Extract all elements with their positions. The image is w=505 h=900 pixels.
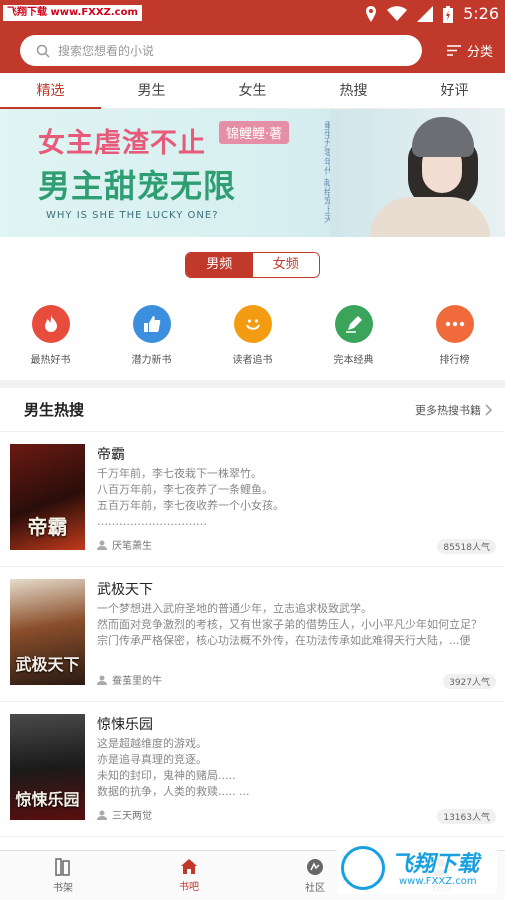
banner-author-badge: 锦鲤鲤·著	[219, 121, 290, 144]
book-cover: 帝霸	[10, 444, 85, 550]
book-description: 千万年前，李七夜栽下一株翠竹。 八百万年前，李七夜养了一条鲤鱼。 五百万年前，李…	[97, 467, 284, 528]
tab-male[interactable]: 男生	[101, 73, 202, 108]
book-author: 厌笔萧生	[97, 537, 152, 552]
battery-icon	[443, 5, 454, 23]
location-icon	[366, 6, 377, 22]
switch-female[interactable]: 女频	[252, 253, 319, 277]
quick-label: 完本经典	[333, 355, 374, 366]
banner-english-tagline: WHY IS SHE THE LUCKY ONE?	[46, 210, 219, 221]
brand-logo-icon	[341, 846, 385, 890]
category-button[interactable]: 分类	[446, 41, 493, 60]
community-icon	[307, 858, 323, 875]
banner-photo	[330, 109, 505, 237]
book-title: 惊悚乐园	[97, 717, 153, 733]
watermark-label: 飞翔下载 www.FXXZ.com	[3, 5, 142, 21]
promo-banner[interactable]: 女主虐渣不止 锦鲤鲤·著 重生九零年代 献给宠上天 男主甜宠无限 WHY IS …	[0, 109, 505, 237]
tab-top-rated[interactable]: 好评	[404, 73, 505, 108]
more-label: 更多热搜书籍	[415, 403, 481, 417]
section-header: 男生热搜 更多热搜书籍	[0, 388, 505, 432]
popularity-badge: 3927人气	[443, 674, 496, 689]
more-hot-books-link[interactable]: 更多热搜书籍	[415, 402, 493, 418]
app-header: 搜索您想看的小说 分类	[0, 28, 505, 73]
menu-lines-icon	[446, 45, 461, 56]
quick-reader-follow[interactable]: 读者追书	[202, 305, 303, 366]
bookshelf-icon	[55, 857, 70, 876]
banner-headline-1: 女主虐渣不止	[38, 128, 206, 159]
brand-watermark: 飞翔下载 www.FXXZ.com	[337, 842, 497, 894]
thumbs-up-icon	[132, 305, 171, 343]
channel-tabs: 精选 男生 女生 热搜 好评	[0, 73, 505, 109]
search-input[interactable]: 搜索您想看的小说	[20, 35, 422, 66]
fire-icon	[31, 305, 70, 343]
quick-label: 读者追书	[232, 355, 273, 366]
home-icon	[181, 859, 197, 874]
popularity-badge: 13163人气	[437, 809, 496, 824]
quick-label: 排行榜	[439, 355, 470, 366]
book-author: 蚕茧里的牛	[97, 672, 162, 687]
book-title: 帝霸	[97, 447, 125, 463]
user-icon	[97, 540, 107, 550]
section-title: 男生热搜	[24, 401, 85, 419]
switch-male[interactable]: 男频	[186, 253, 253, 277]
book-item[interactable]: 惊悚乐园 惊悚乐园 这是超越维度的游戏。 亦是追寻真理的竞逐。 未知的封印，鬼神…	[0, 702, 505, 837]
status-bar: 飞翔下载 www.FXXZ.com 5:26	[0, 0, 505, 28]
nav-bookshelf[interactable]: 书架	[0, 851, 126, 900]
tab-featured[interactable]: 精选	[0, 73, 101, 109]
user-icon	[97, 810, 107, 820]
quick-label: 潜力新书	[131, 355, 172, 366]
quick-new-books[interactable]: 潜力新书	[101, 305, 202, 366]
brand-url: www.FXXZ.com	[399, 876, 477, 887]
smile-icon	[233, 305, 272, 343]
book-author: 三天两觉	[97, 807, 152, 822]
signal-icon	[417, 6, 434, 22]
quick-entries: 最热好书 潜力新书 读者追书 完本经典 排行榜	[0, 305, 505, 366]
tab-hot-search[interactable]: 热搜	[303, 73, 404, 108]
book-cover: 惊悚乐园	[10, 714, 85, 820]
more-icon	[435, 305, 474, 343]
category-label: 分类	[466, 45, 493, 60]
quick-hot-books[interactable]: 最热好书	[0, 305, 101, 366]
nav-book-bar[interactable]: 书吧	[126, 851, 252, 900]
book-description: 一个梦想进入武府圣地的普通少年，立志追求极致武学。 然而面对竞争激烈的考核，又有…	[97, 602, 482, 647]
user-icon	[97, 675, 107, 685]
search-icon	[36, 44, 50, 58]
popularity-badge: 85518人气	[437, 539, 496, 554]
book-item[interactable]: 帝霸 帝霸 千万年前，李七夜栽下一株翠竹。 八百万年前，李七夜养了一条鲤鱼。 五…	[0, 432, 505, 567]
brand-name: 飞翔下载	[391, 852, 480, 877]
cover-title: 帝霸	[27, 515, 68, 539]
book-cover: 武极天下	[10, 579, 85, 685]
chevron-right-icon	[485, 403, 493, 416]
cover-title: 武极天下	[15, 655, 80, 674]
hot-search-section: 男生热搜 更多热搜书籍 帝霸 帝霸 千万年前，李七夜栽下一株翠竹。 八百万年前，…	[0, 388, 505, 850]
book-item[interactable]: 武极天下 武极天下 一个梦想进入武府圣地的普通少年，立志追求极致武学。 然而面对…	[0, 567, 505, 702]
status-time: 5:26	[463, 4, 499, 23]
quick-rankings[interactable]: 排行榜	[404, 305, 505, 366]
gender-switch: 男频 女频	[185, 252, 320, 278]
banner-headline-2: 男主甜宠无限	[38, 167, 237, 205]
quick-label: 最热好书	[30, 355, 71, 366]
wifi-icon	[387, 6, 408, 21]
banner-vertical-text: 重生九零年代 献给宠上天	[322, 121, 332, 223]
book-description: 这是超越维度的游戏。 亦是追寻真理的竞逐。 未知的封印，鬼神的赌局..... 数…	[97, 737, 250, 798]
tab-female[interactable]: 女生	[202, 73, 303, 108]
book-title: 武极天下	[97, 582, 153, 598]
cover-title: 惊悚乐园	[15, 790, 80, 809]
pen-icon	[334, 305, 373, 343]
search-placeholder: 搜索您想看的小说	[58, 44, 155, 58]
quick-classics[interactable]: 完本经典	[303, 305, 404, 366]
